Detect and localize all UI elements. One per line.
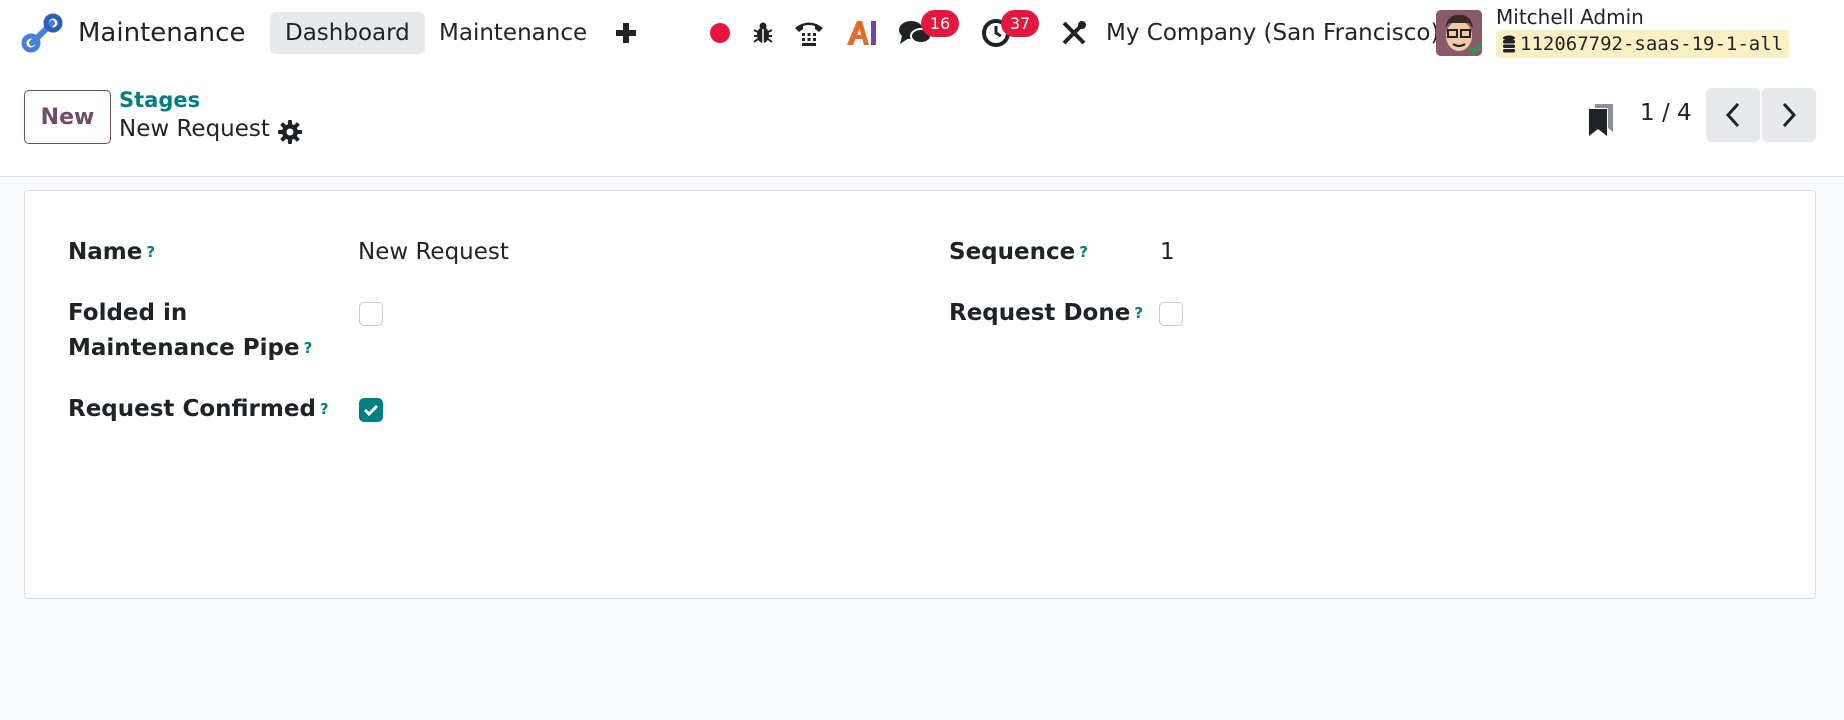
menu-dashboard[interactable]: Dashboard — [270, 12, 425, 54]
checkmark-icon — [360, 399, 382, 421]
breadcrumb-current: New Request — [119, 116, 270, 142]
bookmark-icon[interactable] — [1586, 102, 1616, 138]
next-button[interactable] — [1762, 88, 1816, 142]
database-label: 112067792-saas-19-1-all — [1520, 33, 1784, 55]
user-avatar[interactable] — [1436, 10, 1482, 56]
form-sheet: Name? New Request Folded in Maintenance … — [24, 190, 1816, 599]
chevron-right-icon — [1781, 102, 1797, 128]
breadcrumb-stages[interactable]: Stages — [119, 88, 200, 116]
sequence-label: Sequence? — [949, 239, 1088, 265]
name-label: Name? — [68, 239, 156, 265]
done-help-icon[interactable]: ? — [1134, 304, 1143, 322]
database-name: 112067792-saas-19-1-all — [1496, 30, 1790, 58]
phone-icon[interactable] — [792, 14, 826, 52]
control-panel: New Stages New Request 1 / 4 — [0, 66, 1844, 177]
folded-label: Folded in Maintenance Pipe? — [68, 300, 313, 361]
pager-value[interactable]: 1 / 4 — [1640, 100, 1692, 134]
ai-icon[interactable] — [845, 14, 879, 52]
new-button[interactable]: New — [24, 90, 111, 144]
chevron-left-icon — [1725, 102, 1741, 128]
folded-checkbox[interactable] — [359, 302, 383, 326]
record-dot-icon[interactable] — [708, 14, 732, 52]
activities-count-badge: 37 — [1001, 10, 1039, 37]
sequence-field[interactable]: 1 — [1160, 235, 1175, 270]
done-checkbox[interactable] — [1159, 302, 1183, 326]
sequence-help-icon[interactable]: ? — [1079, 243, 1088, 261]
bug-icon[interactable] — [750, 14, 776, 52]
confirmed-help-icon[interactable]: ? — [320, 400, 329, 418]
menu-maintenance[interactable]: Maintenance — [424, 12, 602, 54]
previous-button[interactable] — [1706, 88, 1760, 142]
gear-icon[interactable] — [278, 120, 302, 144]
name-field[interactable]: New Request — [358, 235, 509, 270]
confirmed-label: Request Confirmed? — [68, 396, 329, 422]
top-navbar: Maintenance Dashboard Maintenance 16 37 … — [0, 0, 1844, 66]
database-icon — [1502, 35, 1516, 53]
tools-icon[interactable] — [1060, 14, 1088, 52]
app-name[interactable]: Maintenance — [78, 14, 245, 52]
confirmed-checkbox[interactable] — [359, 398, 383, 422]
app-logo-icon[interactable] — [20, 13, 64, 53]
plus-icon[interactable] — [614, 14, 638, 52]
done-label: Request Done? — [949, 300, 1144, 326]
user-name[interactable]: Mitchell Admin — [1496, 4, 1644, 30]
messages-count-badge: 16 — [921, 10, 959, 37]
company-switcher[interactable]: My Company (San Francisco) — [1106, 14, 1439, 52]
folded-help-icon[interactable]: ? — [304, 339, 313, 357]
name-help-icon[interactable]: ? — [146, 243, 155, 261]
